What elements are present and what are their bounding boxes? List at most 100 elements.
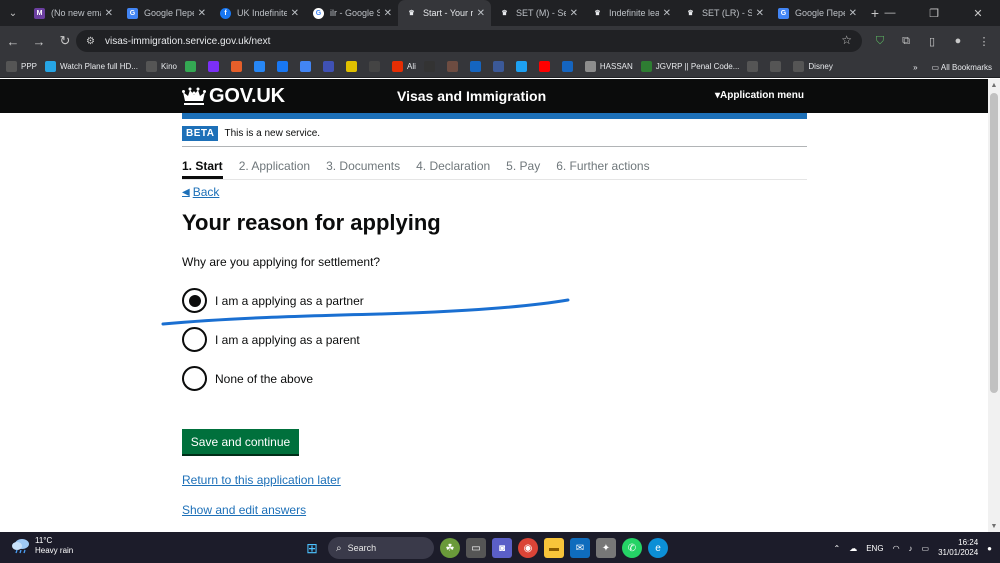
back-arrow-icon[interactable]: ← (0, 28, 26, 54)
browser-tab[interactable]: ♛ Indefinite lea ✕ (584, 0, 677, 26)
chrome-icon[interactable]: ◉ (518, 538, 538, 558)
language-indicator[interactable]: ENG (866, 544, 883, 553)
bookmark-item[interactable] (299, 61, 315, 72)
forward-arrow-icon[interactable]: → (26, 28, 52, 54)
close-icon[interactable]: ✕ (570, 8, 578, 19)
bookmark-item[interactable] (207, 61, 223, 72)
url-text[interactable]: visas-immigration.service.gov.uk/next (105, 36, 270, 47)
bookmark-item[interactable] (368, 61, 384, 72)
radio-label[interactable]: None of the above (215, 372, 313, 386)
profile-avatar-icon[interactable]: ● (948, 31, 968, 51)
radio-option-partner[interactable]: I am a applying as a partner (182, 288, 364, 313)
weather-widget[interactable]: 11°C Heavy rain (12, 536, 73, 556)
radio-button[interactable] (182, 288, 207, 313)
browser-tab-active[interactable]: ♛ Start - Your r ✕ (398, 0, 491, 26)
close-icon[interactable]: ✕ (105, 8, 113, 19)
save-and-continue-button[interactable]: Save and continue (182, 429, 299, 454)
close-icon[interactable]: ✕ (477, 8, 485, 19)
page-scrollbar[interactable]: ▲ ▼ (988, 79, 1000, 532)
battery-icon[interactable]: ▭ (922, 544, 930, 553)
side-panel-icon[interactable]: ▯ (922, 31, 942, 51)
application-menu-toggle[interactable]: ▾Application menu (715, 90, 804, 101)
volume-icon[interactable]: ♪ (909, 544, 913, 553)
bookmark-item[interactable] (184, 61, 200, 72)
bookmark-item[interactable]: Kino (145, 61, 177, 72)
kebab-menu-icon[interactable]: ⋮ (974, 31, 994, 51)
close-icon[interactable]: ✕ (198, 8, 206, 19)
chevron-up-icon[interactable]: ⌃ (834, 544, 841, 553)
bookmark-item[interactable] (446, 61, 462, 72)
address-bar[interactable]: ⚙ visas-immigration.service.gov.uk/next … (76, 30, 862, 52)
tab-search-chevron-icon[interactable]: ⌄ (0, 0, 26, 26)
browser-tab[interactable]: G Google Пере ✕ (770, 0, 863, 26)
minimize-icon[interactable]: — (868, 0, 912, 26)
radio-option-parent[interactable]: I am a applying as a parent (182, 327, 360, 352)
extensions-puzzle-icon[interactable]: ⧉ (896, 31, 916, 51)
bookmark-item[interactable] (469, 61, 485, 72)
browser-tab[interactable]: ♛ SET (M) - Set ✕ (491, 0, 584, 26)
browser-tab[interactable]: f UK Indefinite ✕ (212, 0, 305, 26)
task-view-icon[interactable]: ▭ (466, 538, 486, 558)
teams-chat-icon[interactable]: ◙ (492, 538, 512, 558)
bookmark-item[interactable] (770, 61, 785, 72)
all-bookmarks-folder[interactable]: ▭ All Bookmarks (932, 63, 992, 72)
restore-icon[interactable]: ❐ (912, 0, 956, 26)
radio-option-none[interactable]: None of the above (182, 366, 313, 391)
radio-button[interactable] (182, 327, 207, 352)
radio-button[interactable] (182, 366, 207, 391)
bookmark-item[interactable]: PPP (6, 61, 37, 72)
file-explorer-icon[interactable]: ▬ (544, 538, 564, 558)
service-name[interactable]: Visas and Immigration (397, 88, 546, 104)
notification-icon[interactable]: ● (987, 544, 992, 553)
wifi-icon[interactable]: ◠ (893, 544, 900, 553)
crown-icon[interactable] (182, 87, 206, 105)
scrollbar-thumb[interactable] (990, 93, 998, 393)
radio-label[interactable]: I am a applying as a partner (215, 294, 364, 308)
bookmark-item[interactable] (276, 61, 292, 72)
window-close-icon[interactable]: ✕ (956, 0, 1000, 26)
bookmark-item[interactable] (492, 61, 508, 72)
browser-tab[interactable]: G Google Пере ✕ (119, 0, 212, 26)
bookmark-item[interactable]: Ali (391, 61, 416, 72)
bookmark-item[interactable] (230, 61, 246, 72)
edge-icon[interactable]: e (648, 538, 668, 558)
bookmark-item[interactable]: JGVRP || Penal Code... (640, 61, 739, 72)
mail-icon[interactable]: ✉ (570, 538, 590, 558)
bookmark-item[interactable] (515, 61, 531, 72)
close-icon[interactable]: ✕ (756, 8, 764, 19)
bookmark-item[interactable] (561, 61, 577, 72)
onedrive-icon[interactable]: ☁ (849, 544, 857, 553)
whatsapp-icon[interactable]: ✆ (622, 538, 642, 558)
bookmark-item[interactable] (423, 61, 439, 72)
browser-tab[interactable]: M (No new ema ✕ (26, 0, 119, 26)
site-info-icon[interactable]: ⚙ (86, 36, 95, 47)
close-icon[interactable]: ✕ (849, 8, 857, 19)
bookmark-item[interactable]: Watch Plane full HD... (45, 61, 138, 72)
clock[interactable]: 16:24 31/01/2024 (938, 538, 978, 558)
app-icon[interactable]: ✦ (596, 538, 616, 558)
bookmark-item[interactable]: Disney (793, 61, 833, 72)
taskbar-search[interactable]: ⌕ Search (328, 537, 434, 559)
reload-icon[interactable]: ↻ (52, 28, 78, 54)
scroll-down-arrow-icon[interactable]: ▼ (988, 520, 1000, 532)
bookmark-item[interactable]: HASSAN (584, 61, 633, 72)
more-bookmarks-chevron-icon[interactable]: » (913, 63, 917, 72)
back-link[interactable]: ◀ Back (182, 185, 219, 199)
close-icon[interactable]: ✕ (384, 8, 392, 19)
shield-extension-icon[interactable]: ⛉ (870, 31, 890, 51)
bookmark-star-icon[interactable]: ☆ (841, 33, 852, 47)
windows-start-icon[interactable]: ⊞ (302, 538, 322, 558)
browser-tab[interactable]: ♛ SET (LR) - Set ✕ (677, 0, 770, 26)
show-edit-answers-link[interactable]: Show and edit answers (182, 503, 306, 517)
radio-label[interactable]: I am a applying as a parent (215, 333, 360, 347)
bookmark-item[interactable] (253, 61, 269, 72)
bookmark-item[interactable] (345, 61, 361, 72)
return-later-link[interactable]: Return to this application later (182, 473, 341, 487)
widgets-icon[interactable]: ☘ (440, 538, 460, 558)
bookmark-item[interactable] (322, 61, 338, 72)
bookmark-item[interactable] (538, 61, 554, 72)
scroll-up-arrow-icon[interactable]: ▲ (988, 79, 1000, 91)
close-icon[interactable]: ✕ (663, 8, 671, 19)
bookmark-item[interactable] (747, 61, 762, 72)
close-icon[interactable]: ✕ (291, 8, 299, 19)
